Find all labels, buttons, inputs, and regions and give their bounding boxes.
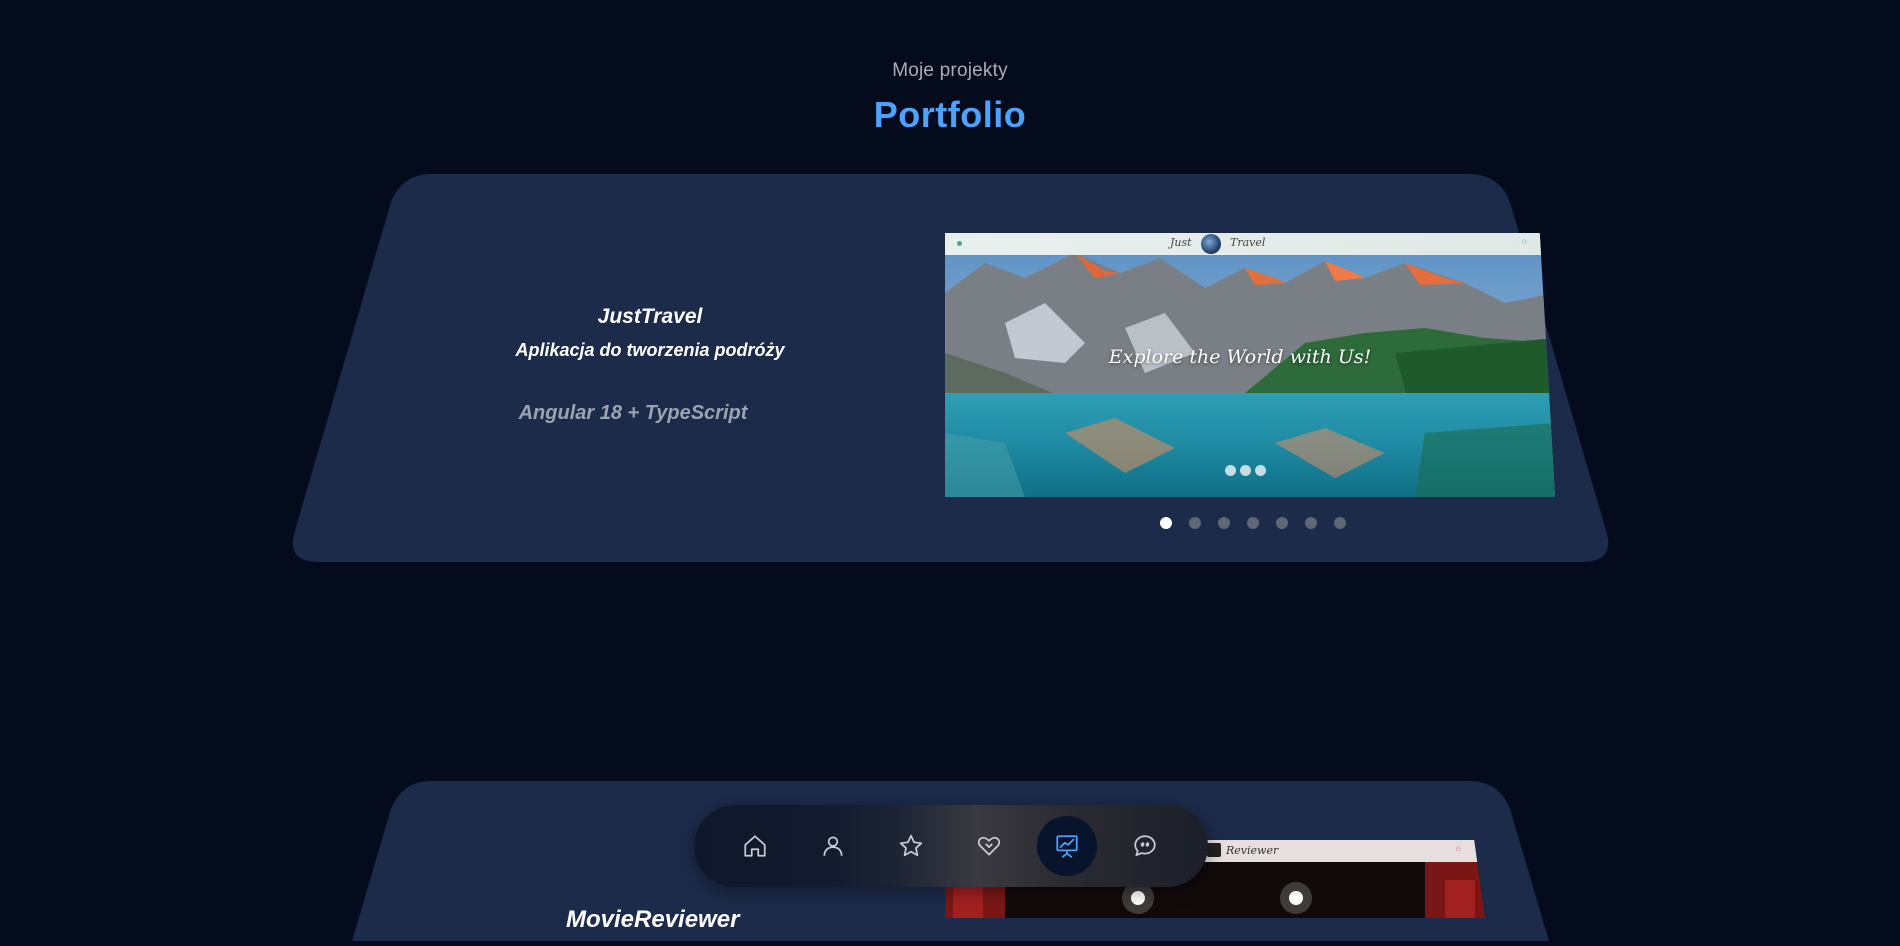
star-icon: [898, 833, 924, 859]
screenshot-navbar: Just Travel ⚇: [945, 233, 1555, 255]
nav-contact[interactable]: [1115, 816, 1175, 876]
home-icon: [742, 833, 768, 859]
screenshot-2-logo: Reviewer: [1226, 844, 1279, 857]
screenshot-caption: Explore the World with Us!: [1108, 346, 1372, 368]
nav-home[interactable]: [725, 816, 785, 876]
chat-bubbles-icon: [1132, 833, 1158, 859]
project-tech: Angular 18 + TypeScript: [518, 402, 748, 424]
screenshot-logo-left: Just: [1170, 236, 1192, 249]
login-icon: ⚇: [1521, 240, 1527, 246]
nav-services[interactable]: [959, 816, 1019, 876]
carousel-dot-5[interactable]: [1276, 517, 1288, 529]
globe-icon: [1201, 234, 1221, 254]
project-description: Aplikacja do tworzenia podróży: [515, 340, 785, 360]
carousel-dots: [1160, 517, 1346, 529]
camera-icon: [1207, 843, 1221, 857]
carousel-dot-1[interactable]: [1160, 517, 1172, 529]
menu-icon: [957, 241, 962, 246]
user-icon: [820, 833, 846, 859]
social-icon: [1255, 465, 1266, 476]
project-2-name: MovieReviewer: [566, 906, 740, 933]
project-name: JustTravel: [597, 305, 703, 328]
section-subtitle: Moje projekty: [892, 60, 1008, 81]
social-icon: [1240, 465, 1251, 476]
screenshot-logo-right: Travel: [1230, 236, 1266, 249]
nav-about[interactable]: [803, 816, 863, 876]
carousel-dot-2[interactable]: [1189, 517, 1201, 529]
section-title: Portfolio: [873, 94, 1027, 135]
carousel-dot-7[interactable]: [1334, 517, 1346, 529]
screenshot-social-icons: [1225, 465, 1266, 476]
nav-portfolio[interactable]: [1037, 816, 1097, 876]
bottom-nav: [694, 805, 1208, 887]
carousel-dot-4[interactable]: [1247, 517, 1259, 529]
social-icon: [1225, 465, 1236, 476]
login-icon: ⚇: [1455, 847, 1461, 853]
carousel-dot-6[interactable]: [1305, 517, 1317, 529]
project-screenshot[interactable]: Just Travel ⚇ Explore the World with Us!: [945, 233, 1555, 497]
heart-handshake-icon: [976, 833, 1002, 859]
presentation-chart-icon: [1054, 833, 1080, 859]
carousel-dot-3[interactable]: [1218, 517, 1230, 529]
nav-skills[interactable]: [881, 816, 941, 876]
